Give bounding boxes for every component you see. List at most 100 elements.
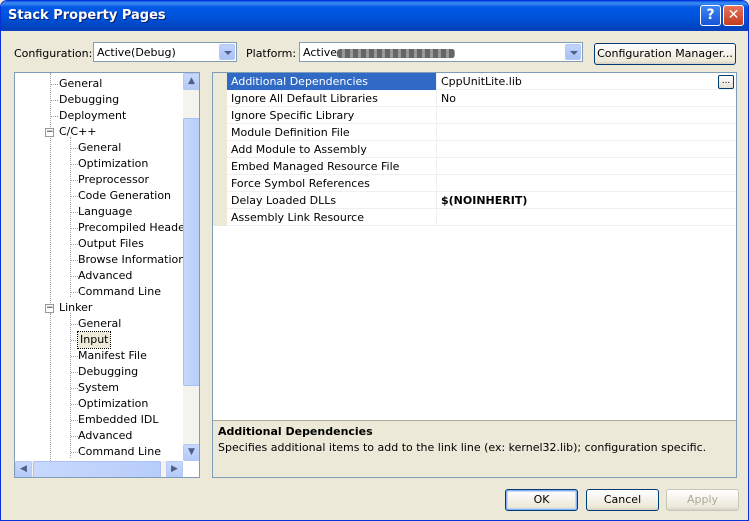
tree-item[interactable]: Advanced: [78, 428, 132, 444]
tree-item[interactable]: Optimization: [78, 396, 148, 412]
row-gutter: [213, 175, 227, 192]
tree-line: [50, 313, 51, 477]
property-row[interactable]: Embed Managed Resource File: [213, 158, 736, 175]
property-name[interactable]: Ignore All Default Libraries: [227, 90, 437, 107]
property-row[interactable]: Module Definition File: [213, 124, 736, 141]
property-name[interactable]: Additional Dependencies: [227, 73, 437, 90]
description-panel: Additional Dependencies Specifies additi…: [213, 420, 736, 477]
platform-label: Platform:: [246, 47, 297, 60]
tree-branch: [71, 196, 78, 197]
tree-branch: [71, 148, 78, 149]
tree-item[interactable]: Code Generation: [78, 188, 171, 204]
tree-branch: [71, 420, 78, 421]
tree-branch: [71, 324, 78, 325]
platform-value: Active: [303, 46, 338, 59]
chevron-down-icon[interactable]: [219, 44, 235, 60]
chevron-down-icon[interactable]: [565, 44, 581, 60]
property-tree[interactable]: General Debugging Deployment − C/C++ General O…: [14, 72, 200, 478]
property-name[interactable]: Force Symbol References: [227, 175, 437, 192]
scroll-down-button[interactable]: ▼: [183, 444, 199, 461]
tree-branch: [71, 180, 78, 181]
tree-item[interactable]: Deployment: [59, 108, 126, 124]
tree-item[interactable]: System: [78, 380, 119, 396]
scroll-left-button[interactable]: ◀: [15, 461, 32, 477]
tree-horizontal-scrollbar[interactable]: ◀ ▶: [15, 461, 183, 477]
property-value[interactable]: [441, 107, 721, 124]
property-row[interactable]: Ignore Specific Library: [213, 107, 736, 124]
tree-branch: [51, 84, 58, 85]
tree-branch: [71, 276, 78, 277]
row-gutter: [213, 124, 227, 141]
property-name[interactable]: Add Module to Assembly: [227, 141, 437, 158]
tree-branch: [71, 372, 78, 373]
tree-branch: [71, 452, 78, 453]
tree-item[interactable]: General: [78, 140, 121, 156]
tree-item[interactable]: Output Files: [78, 236, 144, 252]
property-value[interactable]: CppUnitLite.lib: [441, 73, 721, 90]
property-row[interactable]: Delay Loaded DLLs $(NOINHERIT): [213, 192, 736, 209]
cancel-button[interactable]: Cancel: [586, 489, 659, 511]
collapse-icon[interactable]: −: [45, 304, 54, 313]
property-name[interactable]: Ignore Specific Library: [227, 107, 437, 124]
arrow-down-icon: ▼: [188, 447, 195, 457]
scroll-thumb[interactable]: [183, 118, 199, 386]
tree-branch: [71, 212, 78, 213]
row-gutter: [213, 90, 227, 107]
property-row[interactable]: Additional Dependencies CppUnitLite.lib..…: [213, 73, 736, 90]
tree-item[interactable]: Language: [78, 204, 132, 220]
collapse-icon[interactable]: −: [45, 128, 54, 137]
property-row[interactable]: Add Module to Assembly: [213, 141, 736, 158]
horizontal-scroll-thumb[interactable]: [33, 461, 161, 477]
tree-branch: [71, 340, 78, 341]
tree-item[interactable]: Browse Information: [78, 252, 185, 268]
ok-button[interactable]: OK: [505, 489, 578, 511]
tree-item[interactable]: C/C++: [59, 124, 97, 140]
property-value[interactable]: [441, 209, 721, 226]
property-row[interactable]: Assembly Link Resource: [213, 209, 736, 226]
platform-dropdown[interactable]: Active: [299, 42, 583, 62]
property-value[interactable]: [441, 124, 721, 141]
tree-item[interactable]: Optimization: [78, 156, 148, 172]
property-name[interactable]: Module Definition File: [227, 124, 437, 141]
property-value[interactable]: [441, 141, 721, 158]
property-value[interactable]: [441, 158, 721, 175]
property-value[interactable]: $(NOINHERIT): [441, 192, 721, 209]
tree-item[interactable]: Command Line: [78, 444, 161, 460]
help-button[interactable]: ?: [700, 5, 721, 26]
scroll-up-button[interactable]: ▲: [183, 73, 199, 90]
arrow-up-icon: ▲: [188, 76, 195, 86]
tree-item[interactable]: General: [59, 76, 102, 92]
tree-branch: [71, 292, 78, 293]
tree-item[interactable]: Debugging: [78, 364, 138, 380]
tree-item[interactable]: Input: [76, 331, 112, 349]
title-bar[interactable]: Stack Property Pages ? ✕: [1, 1, 748, 31]
close-button[interactable]: ✕: [723, 5, 744, 26]
tree-item[interactable]: Linker: [59, 300, 92, 316]
scroll-right-button[interactable]: ▶: [166, 461, 183, 477]
tree-item[interactable]: Manifest File: [78, 348, 147, 364]
property-row[interactable]: Ignore All Default Libraries No: [213, 90, 736, 107]
property-name[interactable]: Delay Loaded DLLs: [227, 192, 437, 209]
tree-vertical-scrollbar[interactable]: ▲ ▼: [183, 73, 199, 461]
tree-item[interactable]: Command Line: [78, 284, 161, 300]
configuration-dropdown[interactable]: Active(Debug): [93, 42, 237, 62]
close-icon: ✕: [727, 7, 740, 23]
tree-item[interactable]: Debugging: [59, 92, 119, 108]
property-grid: Additional Dependencies CppUnitLite.lib..…: [212, 72, 737, 478]
property-name[interactable]: Assembly Link Resource: [227, 209, 437, 226]
tree-item[interactable]: Precompiled Headers: [78, 220, 195, 236]
tree-item[interactable]: Advanced: [78, 268, 132, 284]
tree-item[interactable]: Embedded IDL: [78, 412, 158, 428]
property-value[interactable]: No: [441, 90, 721, 107]
property-value[interactable]: [441, 175, 721, 192]
help-icon: ?: [706, 7, 715, 23]
row-gutter: [213, 107, 227, 124]
description-title: Additional Dependencies: [218, 425, 373, 438]
ellipsis-button[interactable]: ...: [718, 75, 734, 89]
apply-button[interactable]: Apply: [666, 489, 739, 511]
configuration-manager-button[interactable]: Configuration Manager...: [594, 43, 736, 65]
property-row[interactable]: Force Symbol References: [213, 175, 736, 192]
tree-item[interactable]: Preprocessor: [78, 172, 149, 188]
tree-item[interactable]: General: [78, 316, 121, 332]
property-name[interactable]: Embed Managed Resource File: [227, 158, 437, 175]
